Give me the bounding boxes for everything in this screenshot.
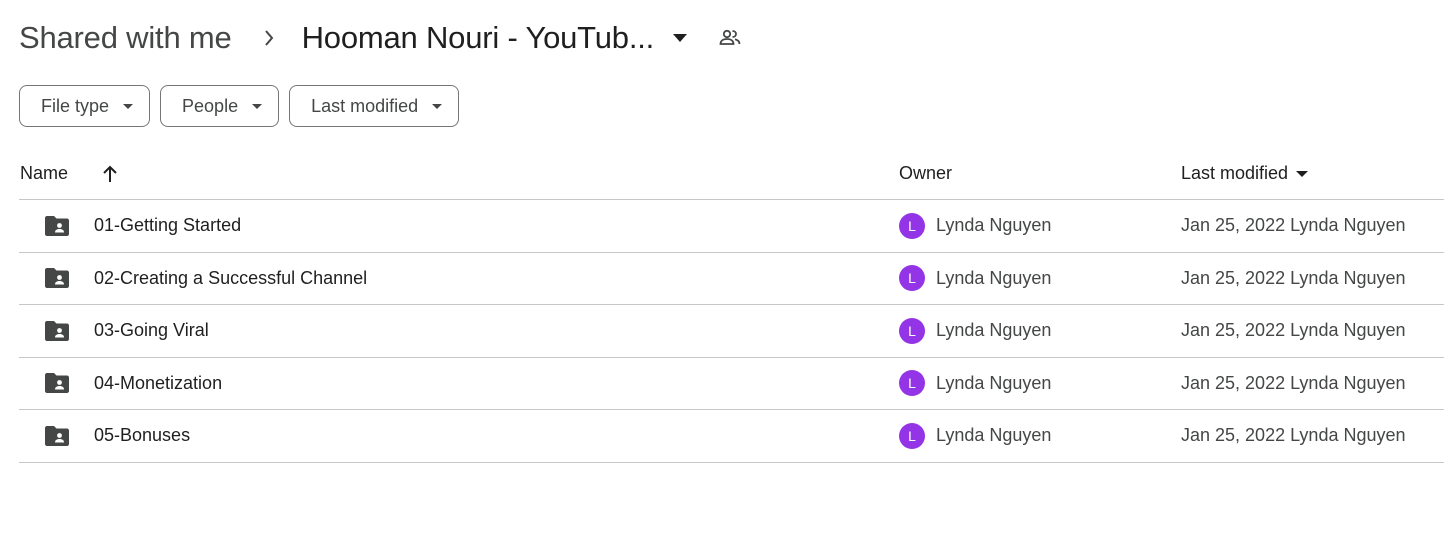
people-filter[interactable]: People [160,85,280,127]
last-modified-column-header[interactable]: Last modified [1181,163,1309,184]
table-body: 01-Getting Started L Lynda Nguyen Jan 25, 2… [19,200,1444,463]
shared-folder-icon [43,424,71,448]
owner-name: Lynda Nguyen [936,320,1052,341]
file-table: Name Owner Last modified 01-Getting Star… [19,148,1444,463]
folder-name[interactable]: 01-Getting Started [94,215,241,236]
last-modified-value: Jan 25, 2022 Lynda Nguyen [1181,215,1406,236]
folder-name[interactable]: 02-Creating a Successful Channel [94,268,367,289]
table-row[interactable]: 04-Monetization L Lynda Nguyen Jan 25, 2022… [19,358,1444,410]
filter-chips: File type People Last modified [19,85,460,127]
owner-name: Lynda Nguyen [936,267,1052,288]
chevron-right-icon [262,28,276,48]
folder-name[interactable]: 04-Monetization [94,373,222,394]
name-column-header[interactable]: Name [20,163,68,184]
table-row[interactable]: 01-Getting Started L Lynda Nguyen Jan 25, 2… [19,200,1444,253]
avatar: L [899,212,925,239]
last-modified-filter-label: Last modified [311,95,419,116]
avatar: L [899,370,925,397]
owner-name: Lynda Nguyen [936,425,1052,446]
people-icon[interactable] [716,24,744,52]
last-modified-filter[interactable]: Last modified [289,85,460,127]
owner-name: Lynda Nguyen [936,372,1052,393]
table-header: Name Owner Last modified [19,148,1444,200]
table-row[interactable]: 03-Going Viral L Lynda Nguyen Jan 25, 2022 … [19,305,1444,358]
last-modified-header-label: Last modified [1181,163,1289,183]
table-row[interactable]: 05-Bonuses L Lynda Nguyen Jan 25, 2022 Lynd… [19,410,1444,463]
owner-name: Lynda Nguyen [936,215,1052,236]
owner-column-header: Owner [899,163,953,183]
last-modified-value: Jan 25, 2022 Lynda Nguyen [1181,267,1406,288]
arrow-drop-down-icon [252,103,263,109]
last-modified-value: Jan 25, 2022 Lynda Nguyen [1181,425,1406,446]
arrow-drop-down-icon [432,103,443,109]
arrow-drop-down-icon [123,103,134,109]
last-modified-value: Jan 25, 2022 Lynda Nguyen [1181,372,1406,393]
avatar: L [899,265,925,292]
file-type-filter-label: File type [41,95,110,116]
breadcrumb-current-folder[interactable]: Hooman Nouri - YouTub... [302,20,655,56]
arrow-up-icon[interactable] [99,163,121,185]
breadcrumb-shared-with-me[interactable]: Shared with me [19,20,232,56]
arrow-drop-down-icon [1296,170,1309,177]
last-modified-value: Jan 25, 2022 Lynda Nguyen [1181,320,1406,341]
file-type-filter[interactable]: File type [19,85,151,127]
avatar: L [899,422,925,449]
breadcrumb: Shared with me Hooman Nouri - YouTub... [19,14,744,62]
people-filter-label: People [182,95,239,116]
arrow-drop-down-icon[interactable] [668,26,692,50]
shared-folder-icon [43,319,71,343]
table-row[interactable]: 02-Creating a Successful Channel L Lynda N… [19,253,1444,305]
avatar: L [899,317,925,344]
shared-folder-icon [43,214,71,238]
shared-folder-icon [43,266,71,290]
shared-folder-icon [43,371,71,395]
folder-name[interactable]: 03-Going Viral [94,320,209,341]
folder-name[interactable]: 05-Bonuses [94,425,190,446]
